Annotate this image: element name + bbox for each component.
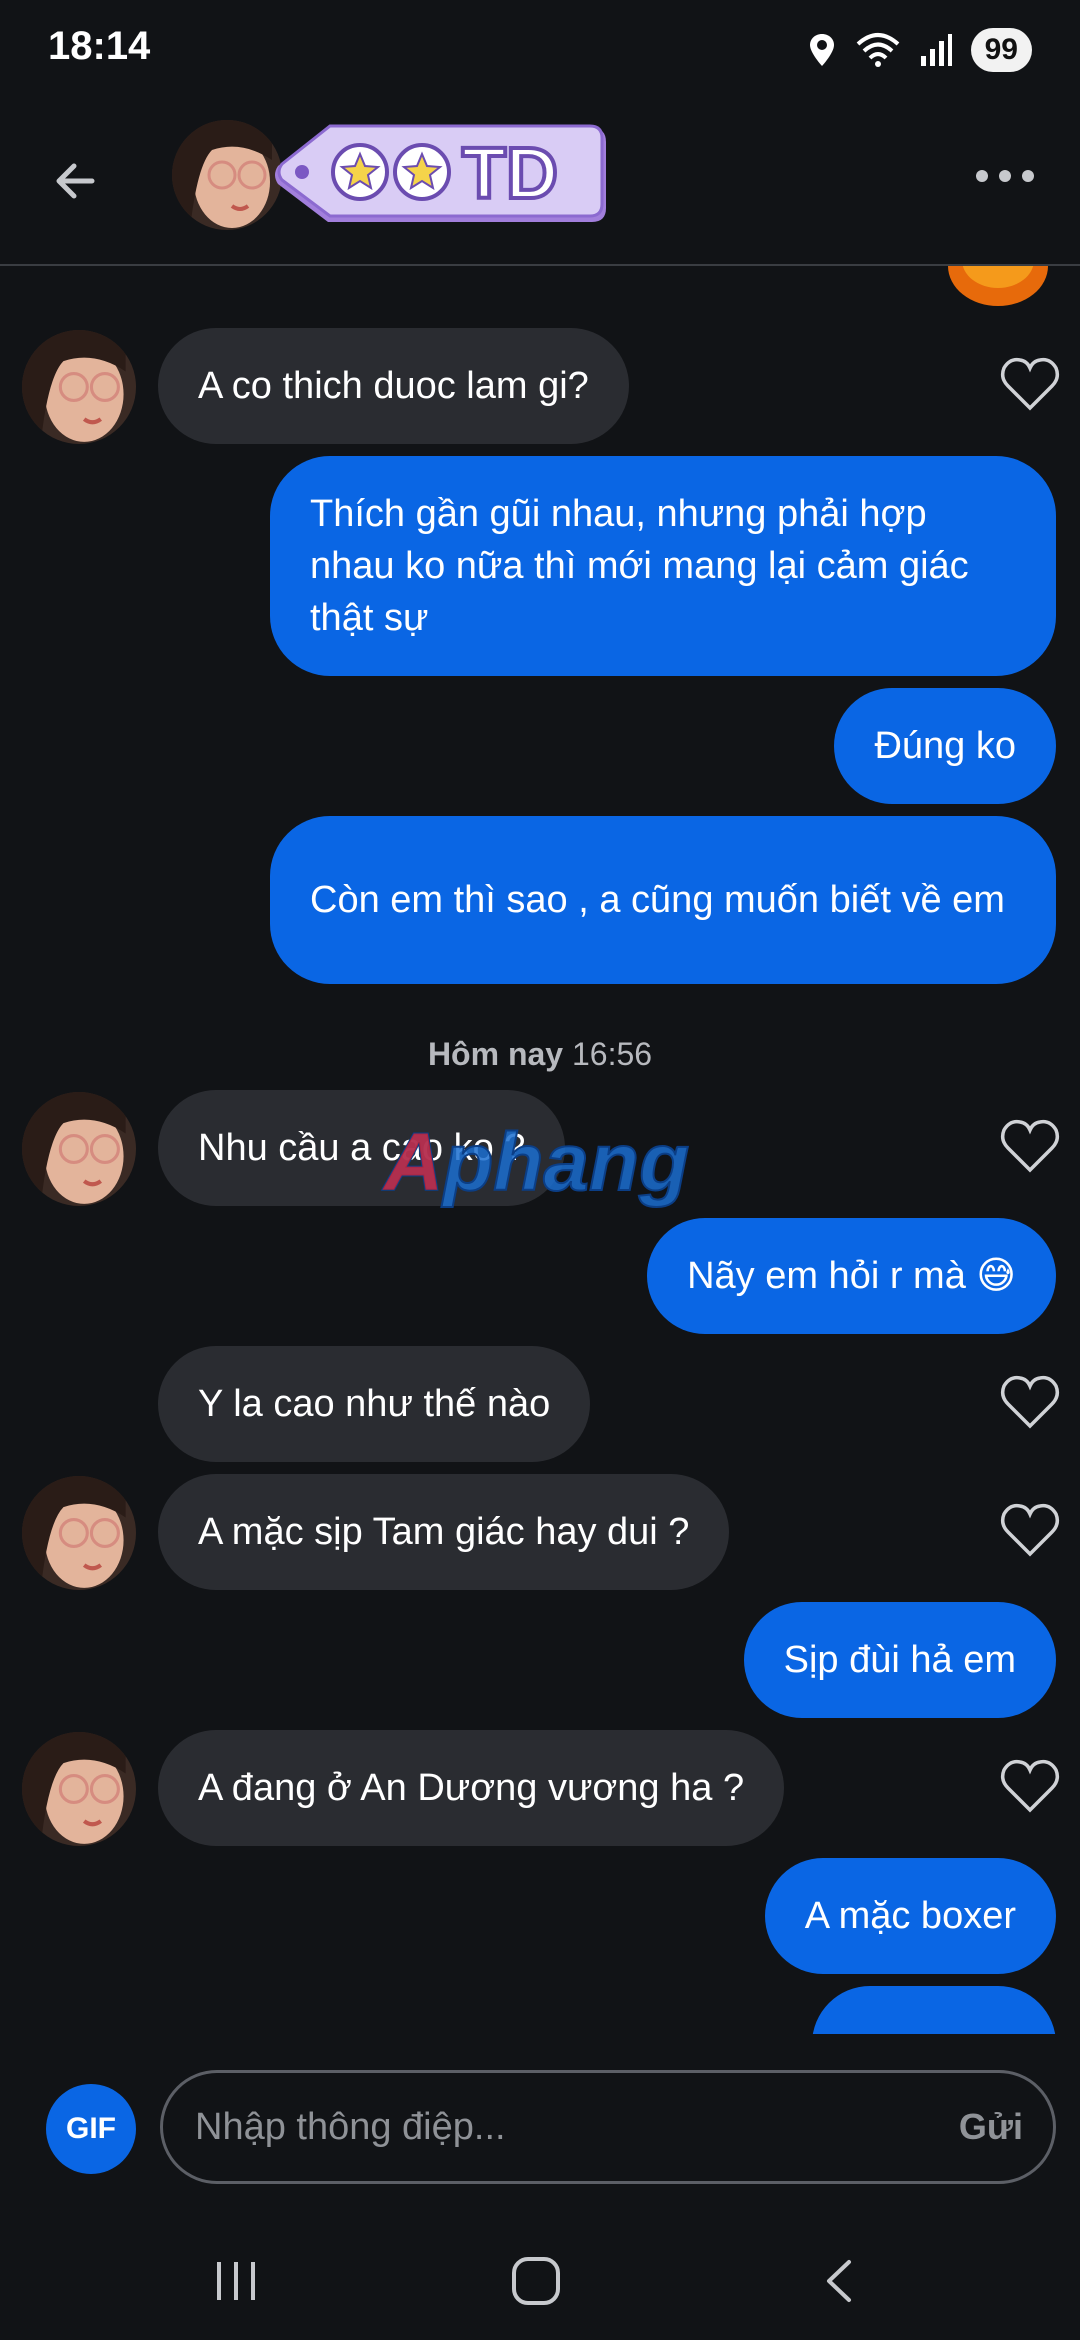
date-separator: Hôm nay 16:56 <box>0 1036 1080 1073</box>
message-bubble-incoming[interactable]: A mặc sịp Tam giác hay dui ? <box>158 1474 730 1590</box>
status-icons: 99 <box>807 28 1032 72</box>
date-separator-time: 16:56 <box>571 1036 653 1072</box>
avatar-photo <box>22 1092 136 1206</box>
message-list[interactable]: A co thich duoc lam gi? Thích gần gũi nh… <box>0 268 1080 2034</box>
heart-icon[interactable] <box>1000 1502 1060 1558</box>
avatar-photo <box>172 120 282 230</box>
message-input[interactable] <box>163 2105 903 2149</box>
sender-avatar[interactable] <box>22 1092 136 1206</box>
avatar-photo <box>22 1732 136 1846</box>
system-nav-bar <box>0 2224 1080 2340</box>
avatar-photo <box>22 330 136 444</box>
signal-icon <box>920 34 952 66</box>
message-bubble-incoming[interactable]: A đang ở An Dương vương ha ? <box>158 1730 785 1846</box>
tag-text: TD <box>462 134 558 214</box>
recent-apps-button[interactable] <box>196 2246 276 2316</box>
status-time: 18:14 <box>48 24 151 68</box>
heart-icon[interactable] <box>1000 1758 1060 1814</box>
message-bubble-incoming[interactable]: Y la cao như thế nào <box>158 1346 591 1462</box>
message-bubble-incoming[interactable]: Nhu cầu a cao ko ? <box>158 1090 566 1206</box>
avatar-photo <box>22 1476 136 1590</box>
message-bubble-outgoing[interactable]: Còn em thì sao , a cũng muốn biết về em <box>270 816 1056 984</box>
message-composer: GIF Gửi <box>0 2034 1080 2224</box>
chat-header: TD <box>0 100 1080 266</box>
message-bubble-incoming[interactable]: A co thich duoc lam gi? <box>158 328 629 444</box>
more-options-icon[interactable] <box>970 156 1040 196</box>
message-bubble-outgoing[interactable]: Nãy em hỏi r mà 😅 <box>647 1218 1056 1334</box>
battery-indicator: 99 <box>970 28 1032 72</box>
heart-icon[interactable] <box>1000 1118 1060 1174</box>
profile-tag-sticker: TD <box>275 124 606 222</box>
gif-button[interactable]: GIF <box>46 2084 136 2174</box>
status-bar: 18:14 99 <box>0 0 1080 100</box>
home-button[interactable] <box>496 2246 576 2316</box>
system-back-icon <box>827 2260 851 2302</box>
location-icon <box>809 34 834 66</box>
message-input-container[interactable]: Gửi <box>160 2070 1056 2184</box>
message-bubble-outgoing[interactable]: A mặc boxer <box>764 1858 1056 1974</box>
sender-avatar[interactable] <box>22 1732 136 1846</box>
message-bubble-outgoing[interactable]: Sịp đùi hả em <box>743 1602 1056 1718</box>
message-bubble-outgoing-partial[interactable] <box>812 1986 1056 2034</box>
sender-avatar[interactable] <box>22 330 136 444</box>
sender-avatar[interactable] <box>22 1476 136 1590</box>
date-separator-day: Hôm nay <box>427 1036 564 1072</box>
contact-avatar[interactable] <box>172 120 282 230</box>
back-arrow-icon[interactable] <box>44 146 114 216</box>
message-bubble-outgoing[interactable]: Đúng ko <box>834 688 1056 804</box>
heart-icon[interactable] <box>1000 1374 1060 1430</box>
message-bubble-outgoing[interactable]: Thích gần gũi nhau, nhưng phải hợp nhau … <box>270 456 1056 676</box>
recent-apps-icon <box>217 2262 255 2300</box>
system-back-button[interactable] <box>800 2246 880 2316</box>
send-button[interactable]: Gửi <box>959 2106 1023 2148</box>
wifi-icon <box>856 33 899 67</box>
home-icon <box>512 2257 560 2305</box>
heart-icon[interactable] <box>1000 356 1060 412</box>
